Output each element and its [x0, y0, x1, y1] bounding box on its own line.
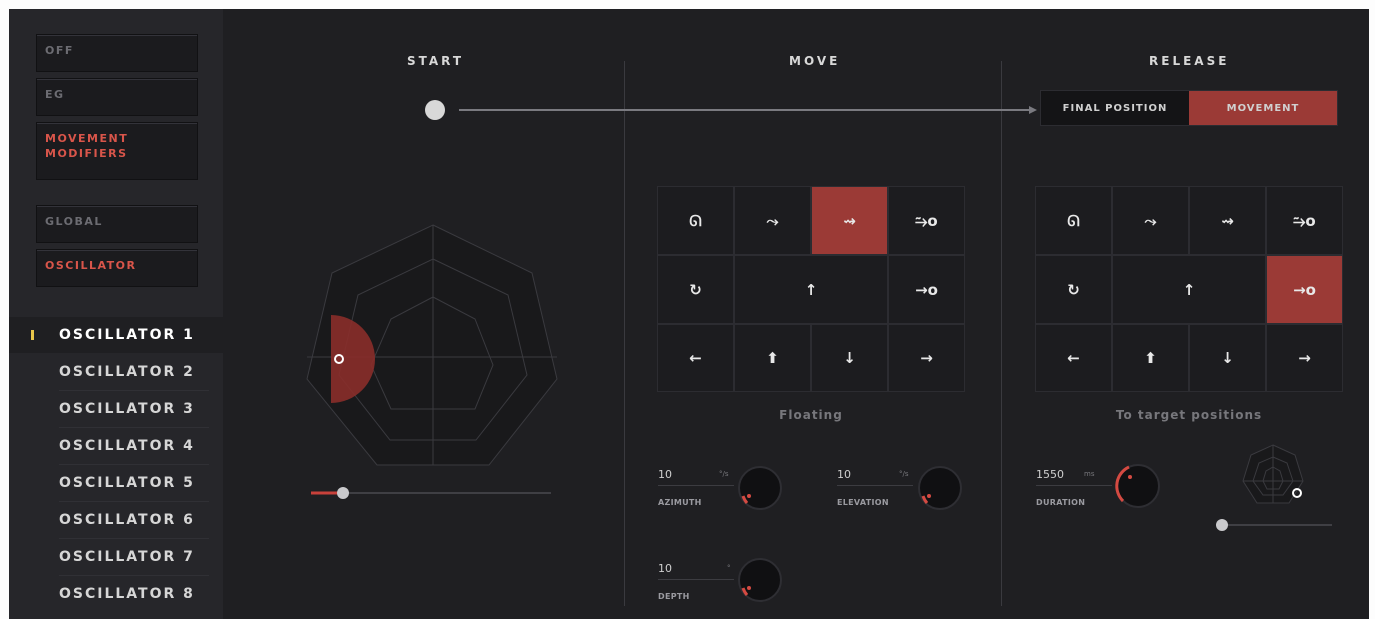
sidebar: OFF EG MOVEMENT MODIFIERS GLOBAL OSCILLA…	[9, 9, 223, 619]
depth-value[interactable]: 10	[658, 562, 672, 575]
elevation-unit: °/s	[899, 470, 909, 478]
wave-arrow-icon[interactable]: ⤳	[1112, 186, 1189, 255]
headphone-loop-icon[interactable]: ᘏ	[1035, 186, 1112, 255]
azimuth-label: AZIMUTH	[658, 498, 702, 507]
rotate-icon[interactable]: ↻	[1035, 255, 1112, 324]
move-mode-grid: ᘏ ⤳ ⇝ ⥲o ↻ ↑ →o ← ⬆ ↓ →	[657, 186, 965, 392]
release-mode-caption: To target positions	[1115, 408, 1263, 422]
move-heading: MOVE	[789, 54, 841, 68]
app-window: OFF EG MOVEMENT MODIFIERS GLOBAL OSCILLA…	[9, 9, 1369, 619]
divider	[658, 579, 734, 580]
depth-unit: °	[727, 564, 731, 572]
movement-option[interactable]: MOVEMENT	[1189, 91, 1337, 125]
column-divider	[1001, 61, 1002, 606]
headphone-loop-icon[interactable]: ᘏ	[657, 186, 734, 255]
move-mode-caption: Floating	[779, 408, 843, 422]
to-target-icon[interactable]: →o	[888, 255, 965, 324]
duration-knob[interactable]	[1113, 461, 1163, 511]
oscillator-label: OSCILLATOR 1	[59, 327, 195, 343]
movement-modifiers-button[interactable]: MOVEMENT MODIFIERS	[36, 122, 198, 180]
left-arrow-icon[interactable]: ←	[657, 324, 734, 392]
up-double-arrow-icon[interactable]: ⬆	[1112, 324, 1189, 392]
wave-arrow-icon[interactable]: ⤳	[734, 186, 811, 255]
oscillator-button[interactable]: OSCILLATOR	[36, 249, 198, 287]
down-arrow-icon[interactable]: ↓	[1189, 324, 1266, 392]
release-mode-toggle: FINAL POSITION MOVEMENT	[1040, 90, 1338, 126]
oscillator-label: OSCILLATOR 2	[59, 364, 195, 380]
oscillator-label: OSCILLATOR 7	[59, 549, 195, 565]
start-spread-slider[interactable]	[311, 485, 556, 501]
right-arrow-icon[interactable]: →	[1266, 324, 1343, 392]
eg-button[interactable]: EG	[36, 78, 198, 116]
oscillator-item-2[interactable]: OSCILLATOR 2	[9, 354, 223, 390]
release-spread-slider[interactable]	[1214, 517, 1334, 533]
oscillator-item-8[interactable]: OSCILLATOR 8	[9, 576, 223, 612]
step-to-target-icon[interactable]: ⥲o	[888, 186, 965, 255]
oscillator-item-7[interactable]: OSCILLATOR 7	[9, 539, 223, 575]
azimuth-value[interactable]: 10	[658, 468, 672, 481]
to-target-icon[interactable]: →o	[1266, 255, 1343, 324]
rotate-icon[interactable]: ↻	[657, 255, 734, 324]
divider	[658, 485, 734, 486]
jump-arrow-icon[interactable]: ⇝	[811, 186, 888, 255]
azimuth-unit: °/s	[719, 470, 729, 478]
global-button[interactable]: GLOBAL	[36, 205, 198, 243]
oscillator-label: OSCILLATOR 4	[59, 438, 195, 454]
right-arrow-icon[interactable]: →	[888, 324, 965, 392]
oscillator-label: OSCILLATOR 8	[59, 586, 195, 602]
oscillator-item-6[interactable]: OSCILLATOR 6	[9, 502, 223, 538]
depth-knob[interactable]	[735, 555, 785, 605]
column-divider	[624, 61, 625, 606]
oscillator-label: OSCILLATOR 5	[59, 475, 195, 491]
up-arrow-icon[interactable]: ↑	[734, 255, 888, 324]
final-position-option[interactable]: FINAL POSITION	[1041, 91, 1189, 125]
release-heading: RELEASE	[1149, 54, 1230, 68]
jump-arrow-icon[interactable]: ⇝	[1189, 186, 1266, 255]
duration-value[interactable]: 1550	[1036, 468, 1064, 481]
step-to-target-icon[interactable]: ⥲o	[1266, 186, 1343, 255]
oscillator-item-3[interactable]: OSCILLATOR 3	[9, 391, 223, 427]
oscillator-item-4[interactable]: OSCILLATOR 4	[9, 428, 223, 464]
elevation-label: ELEVATION	[837, 498, 889, 507]
divider	[837, 485, 913, 486]
oscillator-item-1[interactable]: OSCILLATOR 1	[9, 317, 223, 353]
divider	[1036, 485, 1112, 486]
start-point-handle[interactable]	[425, 100, 445, 120]
off-button[interactable]: OFF	[36, 34, 198, 72]
duration-label: DURATION	[1036, 498, 1086, 507]
duration-unit: ms	[1084, 470, 1095, 478]
oscillator-label: OSCILLATOR 3	[59, 401, 195, 417]
elevation-value[interactable]: 10	[837, 468, 851, 481]
up-arrow-icon[interactable]: ↑	[1112, 255, 1266, 324]
oscillator-label: OSCILLATOR 6	[59, 512, 195, 528]
arrowhead-icon	[1029, 106, 1037, 114]
release-target-panner[interactable]	[1237, 441, 1317, 521]
up-double-arrow-icon[interactable]: ⬆	[734, 324, 811, 392]
depth-label: DEPTH	[658, 592, 690, 601]
start-position-panner[interactable]	[299, 221, 569, 481]
slider-handle[interactable]	[337, 487, 349, 499]
release-mode-grid: ᘏ ⤳ ⇝ ⥲o ↻ ↑ →o ← ⬆ ↓ →	[1035, 186, 1343, 392]
oscillator-item-5[interactable]: OSCILLATOR 5	[9, 465, 223, 501]
left-arrow-icon[interactable]: ←	[1035, 324, 1112, 392]
selected-marker	[31, 330, 34, 340]
slider-handle[interactable]	[1216, 519, 1228, 531]
azimuth-knob[interactable]	[735, 463, 785, 513]
down-arrow-icon[interactable]: ↓	[811, 324, 888, 392]
start-heading: START	[407, 54, 465, 68]
timeline-arrow	[425, 100, 1037, 120]
elevation-knob[interactable]	[915, 463, 965, 513]
